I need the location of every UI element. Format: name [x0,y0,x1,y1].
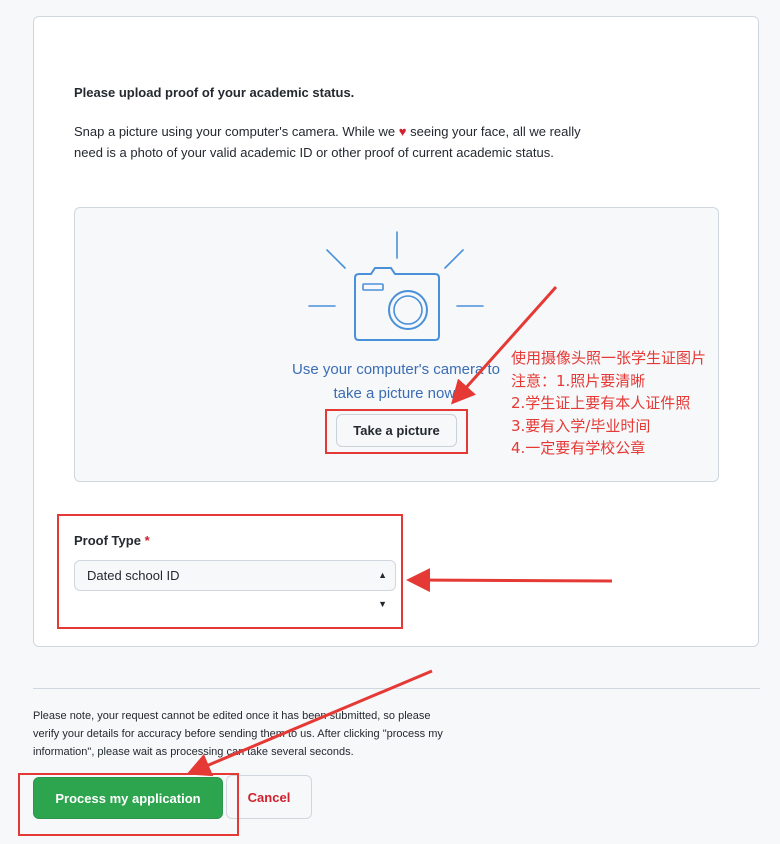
annotation-arrows [186,286,613,777]
arrow-to-take-picture [451,286,558,405]
arrow-to-process-button [186,669,433,777]
arrow-to-proof-type [406,568,613,593]
